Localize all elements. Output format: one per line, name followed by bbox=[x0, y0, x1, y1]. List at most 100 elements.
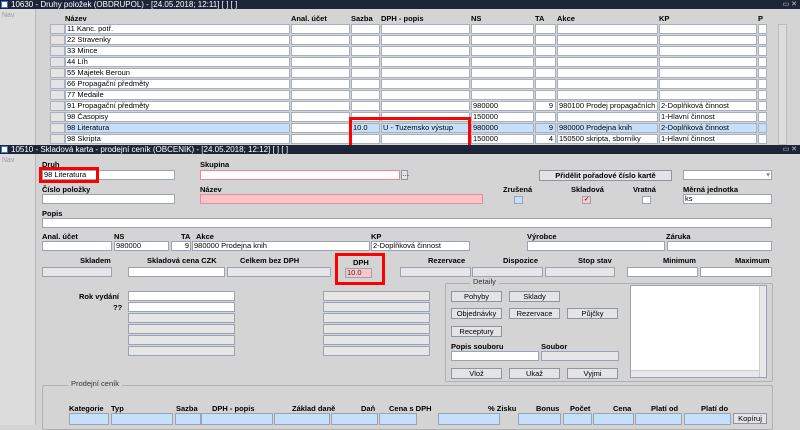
p-cell[interactable] bbox=[758, 134, 767, 144]
kp-cell[interactable] bbox=[659, 46, 757, 56]
anal-cell[interactable] bbox=[291, 57, 350, 67]
sazba-cell[interactable] bbox=[351, 46, 380, 56]
sazba-cell[interactable] bbox=[351, 79, 380, 89]
top-nav-panel[interactable]: Nav bbox=[0, 9, 36, 145]
merna-jednotka-input[interactable]: ks bbox=[683, 194, 772, 204]
nazev-cell[interactable]: 91 Propagační předměty bbox=[65, 101, 290, 111]
row-selector[interactable] bbox=[50, 57, 65, 67]
akce-cell[interactable]: 980100 Prodej propagačních bbox=[557, 101, 658, 111]
chevron-down-icon[interactable]: ▾ bbox=[766, 171, 770, 179]
ta-cell[interactable] bbox=[535, 35, 556, 45]
kp-cell[interactable]: 2-Doplňková činnost bbox=[659, 101, 757, 111]
rok-vydani-input[interactable] bbox=[128, 291, 235, 301]
ns-cell[interactable]: 980000 bbox=[471, 101, 534, 111]
kp-cell[interactable]: 1-Hlavní činnost bbox=[659, 134, 757, 144]
ukaz-button[interactable]: Ukaž bbox=[509, 368, 560, 379]
p-cell[interactable] bbox=[758, 24, 767, 34]
kp-cell[interactable] bbox=[659, 68, 757, 78]
vratna-checkbox[interactable] bbox=[642, 196, 651, 204]
sazba-cell[interactable] bbox=[351, 90, 380, 100]
extra-input[interactable] bbox=[128, 302, 235, 312]
anal-cell[interactable] bbox=[291, 90, 350, 100]
ns-cell[interactable] bbox=[471, 24, 534, 34]
anal-cell[interactable] bbox=[291, 68, 350, 78]
kp-cell[interactable]: 1-Hlavní činnost bbox=[659, 112, 757, 122]
cenik-cell[interactable] bbox=[684, 413, 731, 425]
nazev-cell[interactable]: 55 Majetek Beroun bbox=[65, 68, 290, 78]
sazba-cell[interactable] bbox=[351, 24, 380, 34]
anal-cell[interactable] bbox=[291, 79, 350, 89]
file-preview-textarea[interactable] bbox=[630, 285, 767, 378]
vyrobce-input[interactable] bbox=[527, 241, 665, 251]
ns-cell[interactable] bbox=[471, 57, 534, 67]
minimum-input[interactable] bbox=[627, 267, 698, 277]
nazev-input[interactable] bbox=[200, 194, 483, 204]
row-selector[interactable] bbox=[50, 35, 65, 45]
dph-popis-cell[interactable] bbox=[381, 68, 470, 78]
pujcky-button[interactable]: Půjčky bbox=[567, 308, 618, 319]
bottom-nav-panel[interactable]: Nav bbox=[0, 154, 36, 425]
receptury-button[interactable]: Receptury bbox=[451, 326, 502, 337]
nazev-cell[interactable]: 22 Stravenky bbox=[65, 35, 290, 45]
anal-cell[interactable] bbox=[291, 24, 350, 34]
row-selector[interactable] bbox=[50, 68, 65, 78]
kp-cell[interactable]: 2-Doplňková činnost bbox=[659, 123, 757, 133]
skladova-checkbox[interactable]: ✓ bbox=[582, 196, 591, 204]
row-selector[interactable] bbox=[50, 101, 65, 111]
ta-cell[interactable] bbox=[535, 57, 556, 67]
sazba-cell[interactable] bbox=[351, 68, 380, 78]
dph-popis-cell[interactable] bbox=[381, 46, 470, 56]
row-selector[interactable] bbox=[50, 46, 65, 56]
sazba-cell[interactable] bbox=[351, 57, 380, 67]
kp-cell[interactable] bbox=[659, 79, 757, 89]
nazev-cell[interactable]: 44 Líh bbox=[65, 57, 290, 67]
kp-cell[interactable] bbox=[659, 24, 757, 34]
objednavky-button[interactable]: Objednávky bbox=[451, 308, 502, 319]
p-cell[interactable] bbox=[758, 68, 767, 78]
cenik-cell[interactable] bbox=[593, 413, 634, 425]
nazev-cell[interactable]: 98 Skripta bbox=[65, 134, 290, 144]
akce-cell[interactable] bbox=[557, 35, 658, 45]
skupina-input[interactable] bbox=[200, 170, 400, 180]
sazba-cell[interactable] bbox=[351, 101, 380, 111]
cenik-cell[interactable] bbox=[635, 413, 682, 425]
cenik-cell[interactable] bbox=[518, 413, 561, 425]
ns-input[interactable]: 980000 bbox=[114, 241, 169, 251]
pohyby-button[interactable]: Pohyby bbox=[451, 291, 502, 302]
ta-cell[interactable]: 9 bbox=[535, 101, 556, 111]
nazev-cell[interactable]: 66 Propagační předměty bbox=[65, 79, 290, 89]
vyjmi-button[interactable]: Vyjmi bbox=[567, 368, 618, 379]
cenik-cell[interactable] bbox=[274, 413, 330, 425]
anal-cell[interactable] bbox=[291, 46, 350, 56]
ta-cell[interactable] bbox=[535, 79, 556, 89]
kp-cell[interactable] bbox=[659, 35, 757, 45]
cenik-cell[interactable] bbox=[111, 413, 173, 425]
combo-select[interactable]: ▾ bbox=[683, 170, 772, 180]
ns-cell[interactable] bbox=[471, 90, 534, 100]
kp-cell[interactable] bbox=[659, 57, 757, 67]
akce-cell[interactable]: 150500 skripta, sborníky bbox=[557, 134, 658, 144]
grid-scrollbar[interactable] bbox=[778, 24, 787, 145]
maximum-input[interactable] bbox=[700, 267, 772, 277]
p-cell[interactable] bbox=[758, 35, 767, 45]
ta-cell[interactable]: 4 bbox=[535, 134, 556, 144]
akce-input[interactable]: 980000 Prodejna knih bbox=[192, 241, 370, 251]
nazev-cell[interactable]: 98 Literatura bbox=[65, 123, 290, 133]
ta-cell[interactable] bbox=[535, 112, 556, 122]
zrusena-checkbox[interactable] bbox=[514, 196, 523, 204]
akce-cell[interactable] bbox=[557, 68, 658, 78]
vloz-button[interactable]: Vlož bbox=[451, 368, 502, 379]
window-controls-icon[interactable]: ▭ ✕ bbox=[783, 0, 797, 9]
kp-input[interactable]: 2-Doplňková činnost bbox=[371, 241, 470, 251]
anal-cell[interactable] bbox=[291, 123, 350, 133]
ns-cell[interactable] bbox=[471, 35, 534, 45]
ta-cell[interactable]: 9 bbox=[535, 123, 556, 133]
dph-popis-cell[interactable] bbox=[381, 90, 470, 100]
dph-popis-cell[interactable] bbox=[381, 57, 470, 67]
akce-cell[interactable] bbox=[557, 24, 658, 34]
popis-input[interactable] bbox=[42, 218, 772, 228]
anal-cell[interactable] bbox=[291, 101, 350, 111]
akce-cell[interactable] bbox=[557, 112, 658, 122]
ta-cell[interactable] bbox=[535, 90, 556, 100]
nazev-cell[interactable]: 77 Medaile bbox=[65, 90, 290, 100]
